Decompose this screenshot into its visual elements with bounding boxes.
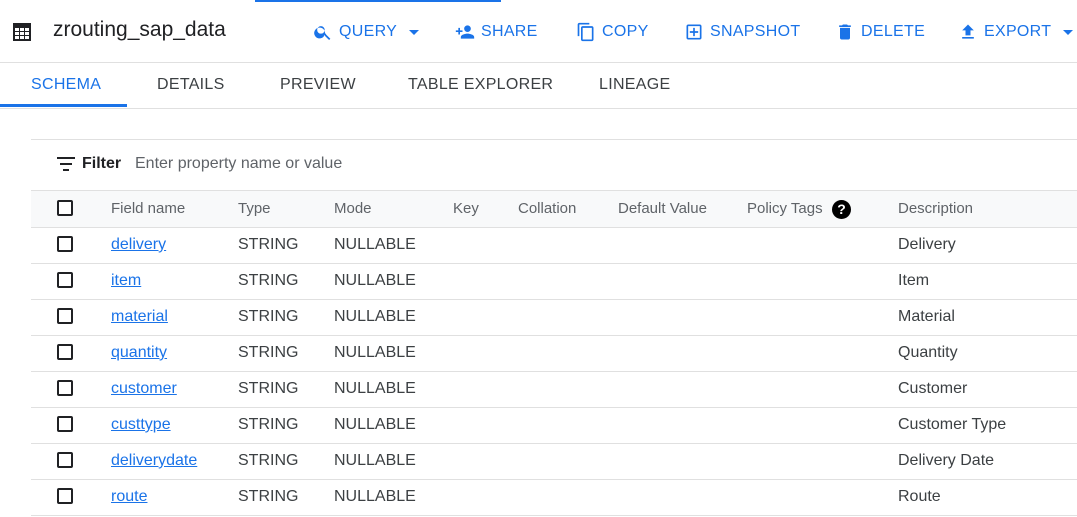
panel-divider [31,139,1077,140]
tab-details[interactable]: DETAILS [157,62,225,108]
column-header-mode[interactable]: Mode [334,191,372,227]
export-button[interactable]: EXPORT [958,20,1074,44]
column-header-type[interactable]: Type [238,191,271,227]
column-header-policy-tags[interactable]: Policy Tags [747,191,823,227]
field-type: STRING [238,236,299,253]
table-row: route STRING NULLABLE Route [31,479,1077,516]
active-tab-indicator [0,104,127,107]
column-header-key[interactable]: Key [453,191,479,227]
field-mode: NULLABLE [334,452,416,469]
column-header-default-value[interactable]: Default Value [618,191,707,227]
export-button-label: EXPORT [984,23,1052,40]
field-type: STRING [238,416,299,433]
page-title: zrouting_sap_data [53,18,226,41]
query-button-label: QUERY [339,23,398,40]
field-type: STRING [238,380,299,397]
filter-icon [57,157,75,171]
field-mode: NULLABLE [334,344,416,361]
column-header-description[interactable]: Description [898,191,973,227]
field-name-link[interactable]: deliverydate [111,443,197,479]
row-checkbox[interactable] [57,380,73,396]
field-name-link[interactable]: customer [111,371,177,407]
field-description: Material [898,308,955,325]
row-checkbox[interactable] [57,308,73,324]
field-description: Route [898,488,941,505]
field-mode: NULLABLE [334,380,416,397]
tab-bar: SCHEMA DETAILS PREVIEW TABLE EXPLORER LI… [0,62,1077,109]
trash-icon [839,24,851,40]
snapshot-icon [686,24,702,40]
row-checkbox[interactable] [57,488,73,504]
tab-schema[interactable]: SCHEMA [31,62,101,108]
field-description: Delivery [898,236,956,253]
help-icon[interactable]: ? [832,200,851,219]
chevron-down-icon [1063,29,1074,35]
share-button[interactable]: SHARE [455,20,538,44]
field-name-link[interactable]: item [111,263,141,299]
select-all-checkbox[interactable] [57,200,73,216]
filter-input[interactable] [135,152,635,176]
table-row: material STRING NULLABLE Material [31,299,1077,336]
field-type: STRING [238,272,299,289]
field-name-link[interactable]: material [111,299,168,335]
chevron-down-icon [409,29,420,35]
field-description: Customer [898,380,968,397]
field-mode: NULLABLE [334,308,416,325]
share-button-label: SHARE [481,23,538,40]
query-button[interactable]: QUERY [313,20,420,44]
row-checkbox[interactable] [57,272,73,288]
field-type: STRING [238,488,299,505]
field-mode: NULLABLE [334,272,416,289]
field-type: STRING [238,344,299,361]
table-row: customer STRING NULLABLE Customer [31,371,1077,408]
tab-table-explorer[interactable]: TABLE EXPLORER [408,62,553,108]
field-description: Quantity [898,344,958,361]
table-row: delivery STRING NULLABLE Delivery [31,227,1077,264]
table-row: custtype STRING NULLABLE Customer Type [31,407,1077,444]
table-row: item STRING NULLABLE Item [31,263,1077,300]
snapshot-button[interactable]: SNAPSHOT [684,20,800,44]
table-icon [13,23,31,41]
tab-lineage[interactable]: LINEAGE [599,62,670,108]
field-type: STRING [238,452,299,469]
upload-icon [962,24,974,39]
field-description: Delivery Date [898,452,995,469]
row-checkbox[interactable] [57,344,73,360]
field-mode: NULLABLE [334,416,416,433]
field-name-link[interactable]: route [111,479,147,515]
delete-button-label: DELETE [861,23,926,40]
field-description: Item [898,272,930,289]
table-header-row: Field name Type Mode Key Collation Defau… [31,190,1077,228]
table-row: deliverydate STRING NULLABLE Delivery Date [31,443,1077,480]
field-mode: NULLABLE [334,488,416,505]
tab-preview[interactable]: PREVIEW [280,62,356,108]
field-mode: NULLABLE [334,236,416,253]
filter-label: Filter [82,155,122,172]
field-name-link[interactable]: custtype [111,407,171,443]
copy-icon [577,22,594,42]
column-header-collation[interactable]: Collation [518,191,576,227]
snapshot-button-label: SNAPSHOT [710,23,801,40]
copy-button[interactable]: COPY [576,20,649,44]
copy-button-label: COPY [602,23,649,40]
person-add-icon [455,25,475,39]
field-type: STRING [238,308,299,325]
row-checkbox[interactable] [57,236,73,252]
table-row: quantity STRING NULLABLE Quantity [31,335,1077,372]
field-name-link[interactable]: delivery [111,227,166,263]
field-name-link[interactable]: quantity [111,335,167,371]
table-header: zrouting_sap_data QUERY SHARE COPY SNAPS… [0,0,1077,63]
column-header-field-name[interactable]: Field name [111,191,185,227]
field-description: Customer Type [898,416,1007,433]
delete-button[interactable]: DELETE [835,20,925,44]
row-checkbox[interactable] [57,416,73,432]
search-icon [314,26,331,40]
row-checkbox[interactable] [57,452,73,468]
